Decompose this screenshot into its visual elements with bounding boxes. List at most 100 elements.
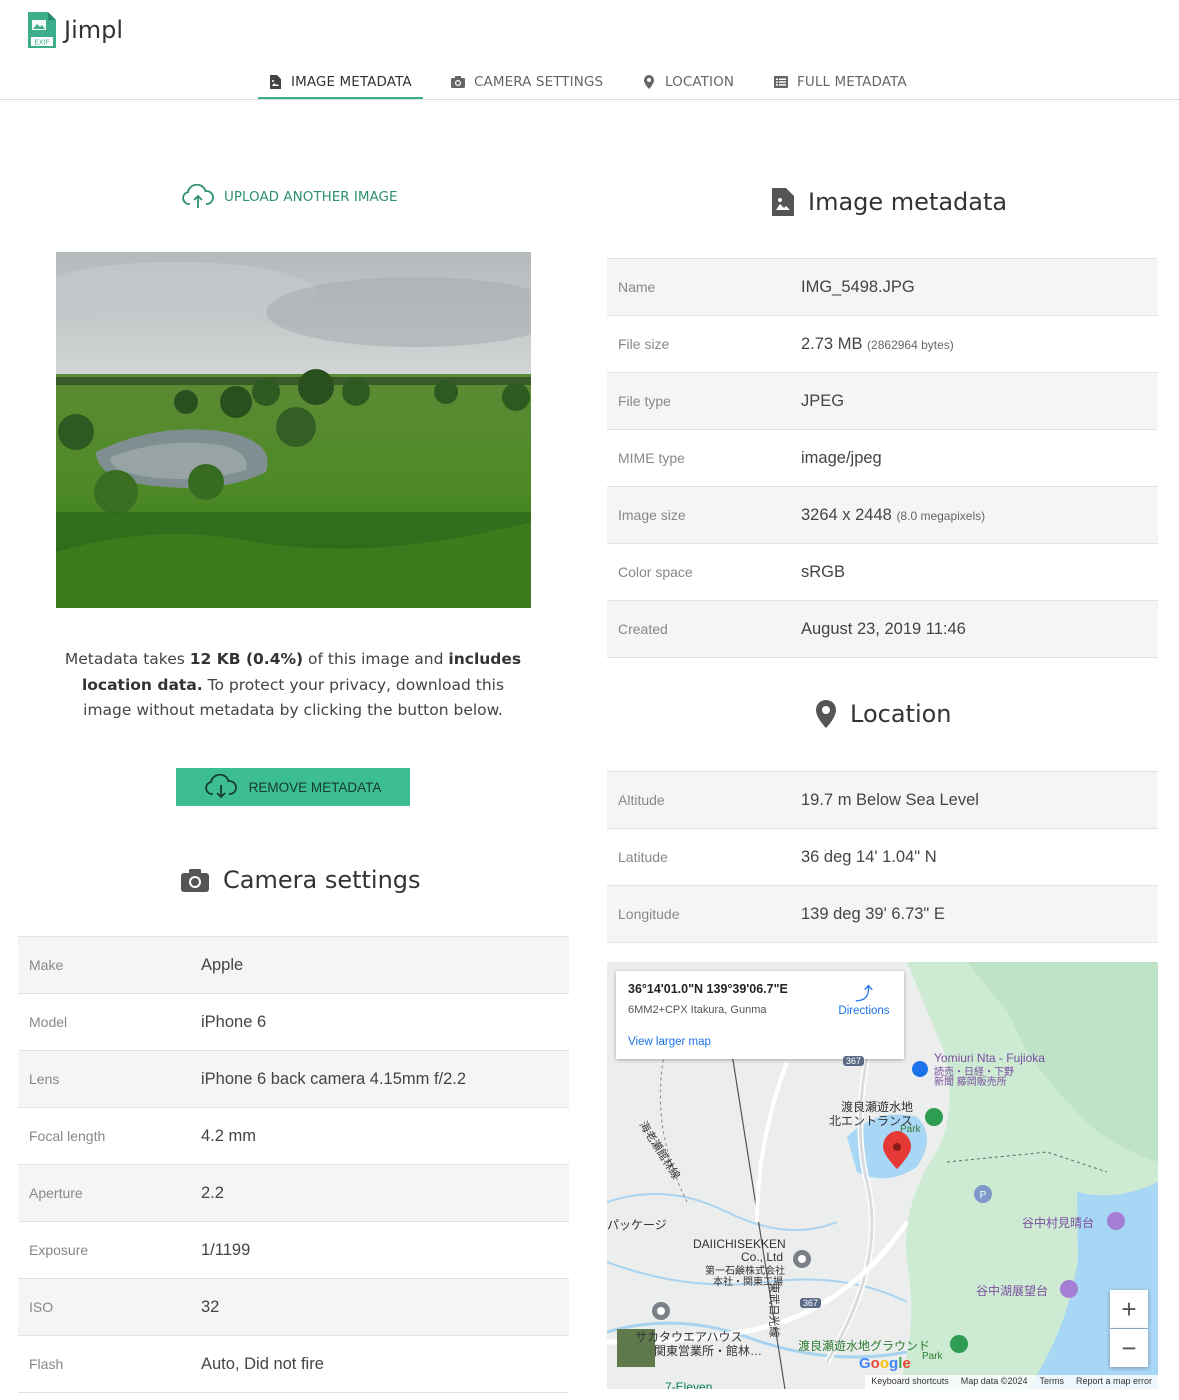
svg-text:P: P [980,1190,987,1201]
section-title: Camera settings [223,866,421,894]
camera-settings-table: Make Apple Model iPhone 6 Lens iPhone 6 bac… [18,936,569,1393]
privacy-notice: Metadata takes 12 KB (0.4%) of this imag… [64,650,522,720]
tab-image-metadata[interactable]: IMAGE METADATA [268,74,412,90]
map-marker-icon [816,700,836,728]
row-value: 19.7 m Below Sea Level [801,771,1158,829]
map-info-card: 36°14'01.0"N 139°39'06.7"E 6MM2+CPX Itak… [616,971,904,1059]
table-row: MIME type image/jpeg [607,429,1158,487]
map-marker-icon [644,75,654,89]
remove-metadata-button[interactable]: REMOVE METADATA [176,768,410,806]
road-label: 東武日光線 [767,1282,780,1338]
row-value: 1/1199 [201,1221,569,1279]
row-value: 32 [201,1278,569,1336]
tab-camera-settings[interactable]: CAMERA SETTINGS [451,74,603,90]
zoom-out-button[interactable]: − [1110,1329,1148,1367]
row-value: image/jpeg [801,429,1158,487]
row-value: 36 deg 14' 1.04" N [801,828,1158,886]
row-subvalue: (2862964 bytes) [867,337,954,352]
tab-label: IMAGE METADATA [291,74,412,90]
row-value: iPhone 6 back camera 4.15mm f/2.2 [201,1050,569,1108]
view-larger-map-link[interactable]: View larger map [628,1036,711,1048]
cloud-upload-icon [182,184,214,208]
poi-label[interactable]: 谷中村見晴台 [1022,1214,1094,1231]
tab-label: CAMERA SETTINGS [474,74,604,90]
row-value: 3264 x 2448 (8.0 megapixels) [801,486,1158,544]
section-title: Location [850,700,952,728]
camera-icon [181,869,209,892]
upload-label: UPLOAD ANOTHER IMAGE [224,189,398,205]
app-logo[interactable]: EXIF Jimpl [26,10,123,50]
tab-label: LOCATION [665,74,735,90]
map-plus-code: 6MM2+CPX Itakura, Gunma [628,1004,767,1016]
row-subvalue: (8.0 megapixels) [896,508,986,523]
row-value: iPhone 6 [201,993,569,1051]
table-row: Exposure 1/1199 [18,1221,569,1279]
poi-label[interactable]: 7-Eleven [665,1380,712,1389]
table-row: ISO 32 [18,1278,569,1336]
row-value: Auto, Did not fire [201,1335,569,1393]
row-key: File type [607,372,801,430]
image-metadata-table: Name IMG_5498.JPG File size 2.73 MB (28629… [607,258,1158,658]
route-shield: 367 [800,1298,822,1308]
row-key: Make [18,936,201,994]
tab-full-metadata[interactable]: FULL METADATA [774,74,907,90]
table-row: File size 2.73 MB (2862964 bytes) [607,315,1158,373]
cloud-download-icon [204,774,237,799]
row-value: Apple [201,936,569,994]
table-row: Longitude 139 deg 39' 6.73" E [607,885,1158,943]
main-tabs: IMAGE METADATA CAMERA SETTINGS LOCATION … [0,62,1179,100]
uploaded-photo [56,252,531,608]
upload-another-image-link[interactable]: UPLOAD ANOTHER IMAGE [182,184,398,210]
poi-label: Park [900,1124,921,1135]
zoom-in-button[interactable]: + [1110,1290,1148,1328]
location-map[interactable]: P 36°14'01.0"N 139°39'06.7"E 6MM2+CPX It… [607,962,1158,1389]
table-row: Image size 3264 x 2448 (8.0 megapixels) [607,486,1158,544]
row-key: Longitude [607,885,801,943]
row-key: Aperture [18,1164,201,1222]
row-key: Flash [18,1335,201,1393]
table-row: Make Apple [18,936,569,994]
row-value: 4.2 mm [201,1107,569,1165]
svg-text:EXIF: EXIF [34,39,49,47]
row-value: IMG_5498.JPG [801,258,1158,316]
tab-location[interactable]: LOCATION [642,74,734,90]
row-key: Image size [607,486,801,544]
location-table: Altitude 19.7 m Below Sea Level Latitude 3… [607,771,1158,943]
table-row: Aperture 2.2 [18,1164,569,1222]
row-key: ISO [18,1278,201,1336]
report-map-error-link[interactable]: Report a map error [1076,1376,1152,1388]
camera-settings-heading: Camera settings [181,866,421,894]
directions-button[interactable]: ⤴ Directions [834,983,894,1017]
row-value: 2.73 MB (2862964 bytes) [801,315,1158,373]
terms-link[interactable]: Terms [1039,1376,1064,1388]
row-key: Focal length [18,1107,201,1165]
table-row: Model iPhone 6 [18,993,569,1051]
row-value: sRGB [801,543,1158,601]
poi-label[interactable]: 渡良瀬遊水地グラウンド [798,1337,930,1354]
poi-label: パッケージ [607,1218,667,1232]
file-image-icon [270,75,281,89]
remove-metadata-label: REMOVE METADATA [248,779,382,795]
row-value: 2.2 [201,1164,569,1222]
poi-label[interactable]: DAIICHISEKKEN [693,1237,786,1251]
keyboard-shortcuts-link[interactable]: Keyboard shortcuts [871,1376,949,1388]
tab-label: FULL METADATA [797,74,907,90]
row-value: August 23, 2019 11:46 [801,600,1158,658]
table-row: Altitude 19.7 m Below Sea Level [607,771,1158,829]
directions-icon: ⤴ [855,984,873,1004]
poi-label: Park [922,1351,943,1362]
table-row: Lens iPhone 6 back camera 4.15mm f/2.2 [18,1050,569,1108]
map-data-text: Map data ©2024 [960,1376,1028,1386]
row-key: Name [607,258,801,316]
row-key: Created [607,600,801,658]
row-key: Model [18,993,201,1051]
table-row: Latitude 36 deg 14' 1.04" N [607,828,1158,886]
row-key: Altitude [607,771,801,829]
metadata-size: 12 KB (0.4%) [189,650,304,668]
section-title: Image metadata [808,188,1008,216]
row-value: 139 deg 39' 6.73" E [801,885,1158,943]
directions-label: Directions [838,1005,890,1017]
file-image-icon [772,188,794,216]
map-coordinates: 36°14'01.0"N 139°39'06.7"E [628,982,788,996]
poi-label[interactable]: 谷中湖展望台 [976,1282,1048,1299]
